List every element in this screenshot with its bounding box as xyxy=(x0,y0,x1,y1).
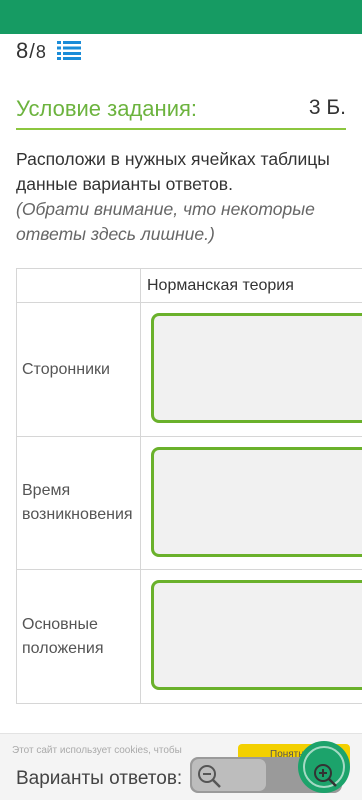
question-list-icon[interactable] xyxy=(57,40,81,60)
task-note-close-paren: ) xyxy=(208,224,215,244)
points-value: 3 Б. xyxy=(308,96,346,119)
question-progress: 8 / 8 xyxy=(16,38,46,64)
table-header-row: Норманская теория xyxy=(16,268,362,303)
table-cell xyxy=(140,436,362,570)
answer-options-title: Варианты ответов: xyxy=(16,768,183,789)
row-label-main-provisions: Основные положения xyxy=(16,569,141,704)
task-text: Расположи в нужных ячейках таблицы данны… xyxy=(16,149,330,194)
top-bar xyxy=(0,0,362,34)
drop-zone-supporters[interactable] xyxy=(151,313,362,423)
table-row: Сторонники xyxy=(16,302,362,437)
condition-title: Условие задания: xyxy=(16,96,198,121)
row-label-supporters: Сторонники xyxy=(16,302,141,437)
table-row: Основные положения xyxy=(16,569,362,704)
drop-zone-main-provisions[interactable] xyxy=(151,580,362,690)
drop-zone-origin-time[interactable] xyxy=(151,447,362,557)
total-questions-number: 8 xyxy=(35,42,46,62)
task-description: Расположи в нужных ячейках таблицы данны… xyxy=(16,147,346,247)
progress-separator: / xyxy=(29,41,35,63)
row-label-origin-time: Время возникновения xyxy=(16,436,141,570)
table-cell xyxy=(140,569,362,704)
zoom-in-icon[interactable] xyxy=(312,762,338,788)
condition-divider xyxy=(16,128,346,130)
task-note: Обрати внимание, что некоторые ответы зд… xyxy=(16,199,315,244)
table-cell xyxy=(140,302,362,437)
table-corner-cell xyxy=(16,268,141,303)
answer-table-container: Норманская теория Сторонники Время возни… xyxy=(16,268,362,708)
answer-table: Норманская теория Сторонники Время возни… xyxy=(16,268,362,704)
cookie-notice: Этот сайт использует cookies, чтобы xyxy=(12,745,182,756)
table-row: Время возникновения xyxy=(16,436,362,570)
current-question-number: 8 xyxy=(16,38,29,63)
column-header-norman-theory: Норманская теория xyxy=(140,268,362,303)
zoom-out-icon[interactable] xyxy=(196,763,222,789)
